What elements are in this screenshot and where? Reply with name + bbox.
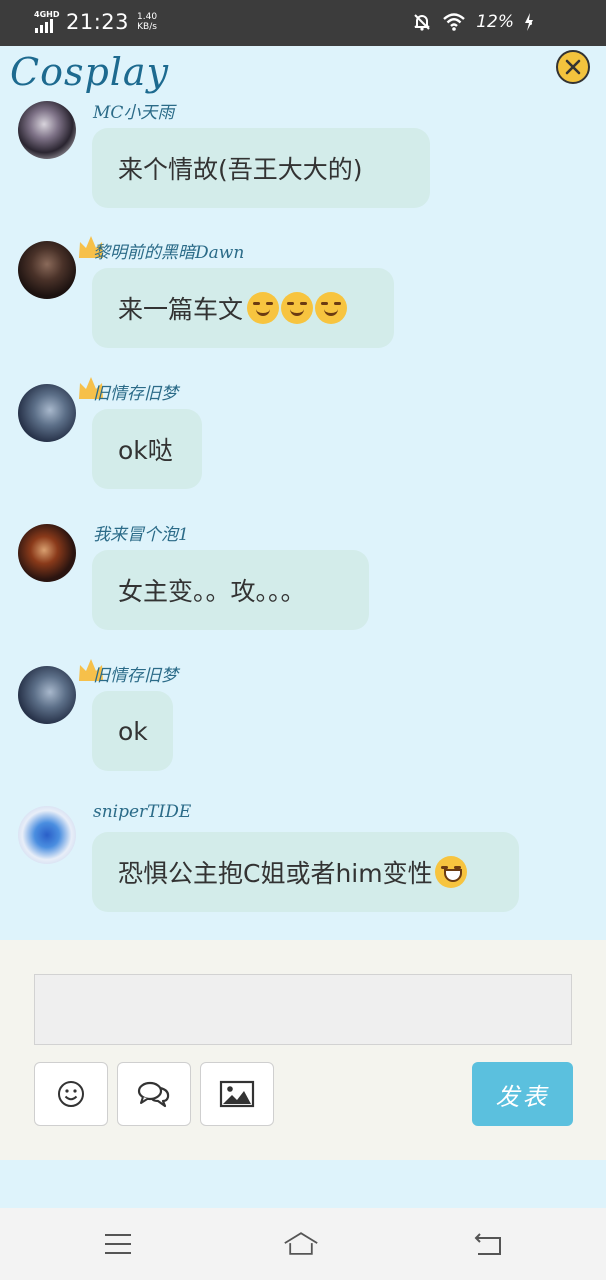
smirk-emoji [247, 292, 280, 324]
home-icon [284, 1232, 318, 1255]
username[interactable]: 旧情存旧梦 [93, 379, 178, 404]
avatar[interactable] [18, 384, 76, 442]
username[interactable]: MC小天雨 [93, 98, 174, 123]
smirk-emoji [315, 292, 348, 324]
speed-value: 1.40 [137, 12, 158, 22]
emoji-button[interactable] [34, 1062, 108, 1126]
username[interactable]: 旧情存旧梦 [93, 661, 178, 686]
message-bubble: 恐惧公主抱C姐或者him变性 [92, 832, 519, 912]
composer-panel: 发表 [0, 940, 606, 1160]
network-speed: 1.40 KB/s [137, 12, 157, 32]
clock: 21:23 [66, 10, 130, 34]
status-bar: 4GHD 21:23 1.40 KB/s 12% [0, 0, 606, 46]
status-dot [529, 22, 532, 25]
chat-button[interactable] [117, 1062, 191, 1126]
grin-emoji [434, 856, 467, 888]
message-bubble: 来一篇车文 [92, 268, 394, 348]
signal-icon: 4GHD [34, 11, 60, 33]
page-title: Cosplay [10, 50, 170, 94]
battery-level: 12% [476, 12, 514, 32]
message-bubble: ok [92, 691, 173, 771]
mute-bell-icon [414, 14, 430, 31]
username[interactable]: sniperTIDE [93, 802, 191, 822]
message-text: 来一篇车文 [118, 295, 244, 324]
message-text: ok [118, 716, 148, 746]
message-text: ok哒 [118, 436, 173, 465]
navigation-bar [0, 1208, 606, 1280]
image-icon [219, 1080, 255, 1108]
back-icon [474, 1233, 501, 1255]
menu-button[interactable] [100, 1226, 136, 1262]
wifi-icon [443, 13, 466, 31]
username[interactable]: 我来冒个泡1 [93, 520, 189, 545]
smirk-emoji [281, 292, 314, 324]
username[interactable]: 黎明前的黑暗Dawn [93, 238, 244, 263]
message-text: 来个情故(吾王大大的) [118, 155, 363, 184]
avatar[interactable] [18, 241, 76, 299]
message-text: 恐惧公主抱C姐或者him变性 [118, 859, 433, 888]
avatar[interactable] [18, 806, 76, 864]
message-bubble: ok哒 [92, 409, 202, 489]
message-bubble: 来个情故(吾王大大的) [92, 128, 430, 208]
avatar[interactable] [18, 101, 76, 159]
emoji-icon [58, 1081, 84, 1107]
image-button[interactable] [200, 1062, 274, 1126]
send-button[interactable]: 发表 [472, 1062, 573, 1126]
back-button[interactable] [470, 1226, 506, 1262]
chat-bubbles-icon [137, 1081, 170, 1108]
network-type: 4GHD [34, 10, 60, 19]
speed-unit: KB/s [137, 22, 157, 32]
menu-icon [105, 1234, 131, 1254]
avatar[interactable] [18, 666, 76, 724]
message-text: 女主变。。攻。。。 [118, 577, 306, 606]
home-button[interactable] [283, 1226, 319, 1262]
close-icon [565, 59, 581, 75]
message-input[interactable] [34, 974, 572, 1045]
message-bubble: 女主变。。攻。。。 [92, 550, 369, 630]
avatar[interactable] [18, 524, 76, 582]
close-button[interactable] [556, 50, 590, 84]
